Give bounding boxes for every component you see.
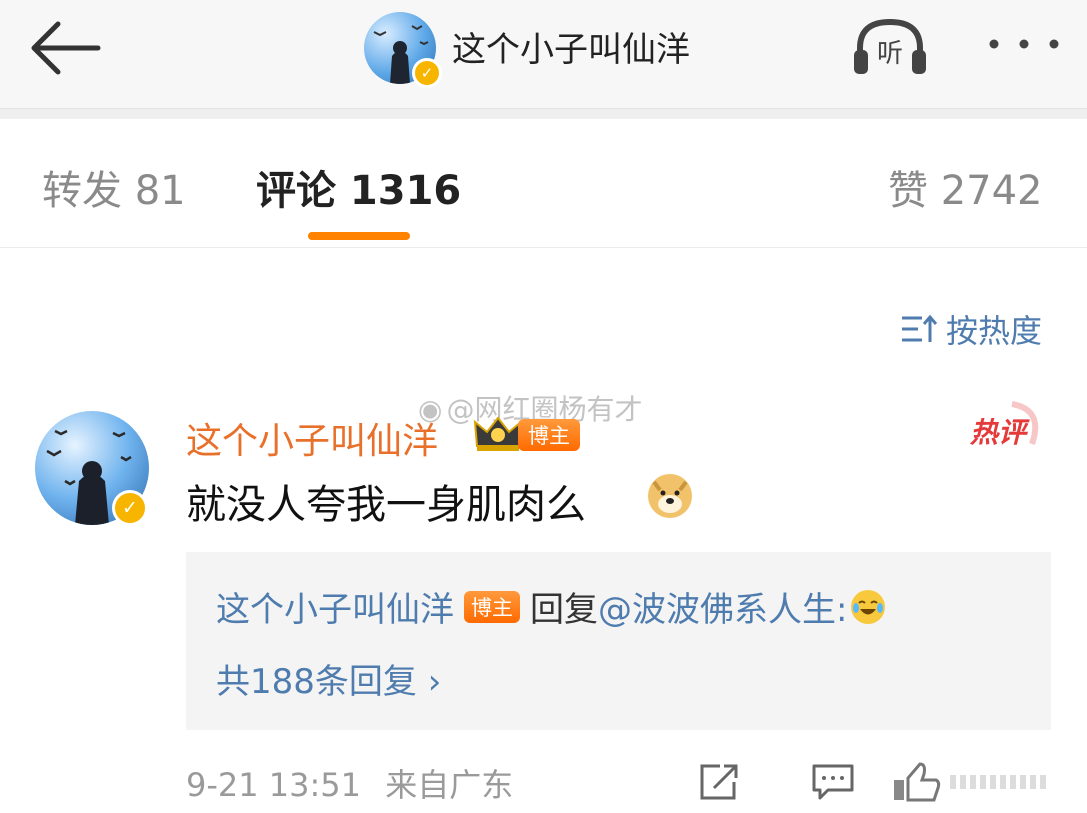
tab-likes[interactable]: 赞 2742 <box>888 158 1043 216</box>
share-icon[interactable] <box>698 762 742 802</box>
hot-comment-label: 热评 <box>969 416 1030 449</box>
tabs-divider <box>0 247 1087 248</box>
verified-badge-icon: ✓ <box>112 490 148 526</box>
back-arrow-icon[interactable] <box>28 18 104 78</box>
comment-text: 就没人夸我一身肌肉么 <box>186 482 586 528</box>
listen-label: 听 <box>877 39 903 69</box>
more-options-icon[interactable] <box>984 24 1064 64</box>
reply-preview-box[interactable]: 这个小子叫仙洋 博主 回复 @波波佛系人生: 共188条回复 › <box>186 552 1051 730</box>
comment-source: 来自广东 <box>385 766 514 804</box>
comment-time: 9-21 13:51 <box>186 766 362 804</box>
doge-emoji-icon <box>648 474 692 518</box>
top-bar: ✓ 这个小子叫仙洋 听 <box>0 0 1087 109</box>
hot-comment-badge: 热评 <box>969 401 1039 449</box>
comment-meta: 9-21 13:51 来自广东 <box>186 760 513 806</box>
tab-reposts[interactable]: 转发 81 <box>42 158 186 216</box>
author-badge: 博主 <box>518 419 580 451</box>
like-icon[interactable] <box>890 762 1050 802</box>
comment-author-name[interactable]: 这个小子叫仙洋 <box>186 412 438 464</box>
reply-author-name[interactable]: 这个小子叫仙洋 <box>216 582 454 631</box>
sort-label: 按热度 <box>946 312 1043 350</box>
crown-icon <box>473 416 523 451</box>
tab-comments[interactable]: 评论 1316 <box>256 158 461 216</box>
laugh-cry-emoji-icon <box>851 589 886 624</box>
reply-icon[interactable] <box>810 762 856 802</box>
view-all-replies-link[interactable]: 共188条回复 › <box>216 654 441 703</box>
sort-by-hot-button[interactable]: 按热度 <box>900 306 1042 352</box>
reply-label: 回复 <box>530 590 598 630</box>
reply-mention[interactable]: @波波佛系人生: <box>598 582 847 631</box>
sort-icon <box>902 314 938 342</box>
verified-badge-icon: ✓ <box>412 58 442 88</box>
section-gap <box>0 109 1087 119</box>
header-title: 这个小子叫仙洋 <box>452 30 690 70</box>
reply-author-badge: 博主 <box>464 590 520 623</box>
active-tab-indicator <box>308 232 410 240</box>
listen-icon[interactable]: 听 <box>852 14 928 78</box>
reply-preview-line: 这个小子叫仙洋 博主 回复 @波波佛系人生: <box>216 582 886 631</box>
